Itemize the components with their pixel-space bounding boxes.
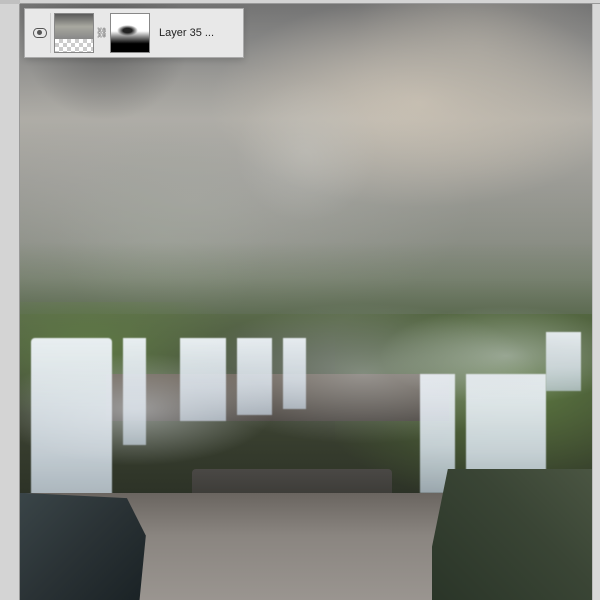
thumbnail-content	[55, 14, 93, 39]
layer-name-label[interactable]: Layer 35 ...	[153, 27, 239, 39]
layer-mask-thumbnail[interactable]	[110, 13, 150, 53]
canvas-workspace: ⛓ Layer 35 ...	[0, 0, 600, 600]
layer-row[interactable]: ⛓ Layer 35 ...	[24, 8, 244, 58]
mask-link-icon[interactable]: ⛓	[97, 13, 107, 53]
foreground-rock-left	[20, 493, 146, 600]
layer-visibility-toggle[interactable]	[29, 13, 51, 53]
document-viewport[interactable]	[20, 4, 592, 600]
thumbnail-transparency	[55, 39, 93, 52]
mist-overlay	[20, 302, 592, 481]
eye-icon	[33, 28, 47, 38]
ruler-vertical[interactable]	[0, 4, 20, 600]
vertical-scrollbar[interactable]	[592, 4, 600, 600]
foreground-rock-right	[432, 469, 592, 600]
mask-dark-region	[117, 25, 138, 36]
layer-thumbnail[interactable]	[54, 13, 94, 53]
composited-image	[20, 4, 592, 600]
